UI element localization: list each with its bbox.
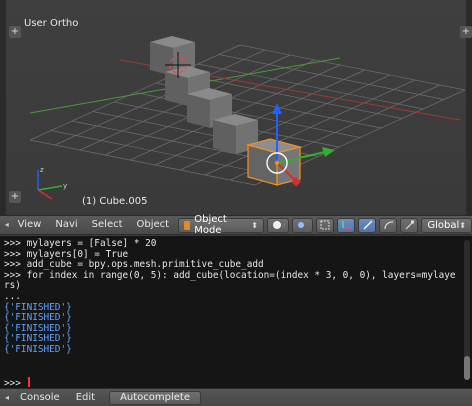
menu-console[interactable]: Console — [12, 389, 68, 406]
viewport-left-edge — [0, 0, 6, 215]
viewport-header: ◂ View Navi Select Object Object Mode ⬍ … — [0, 214, 472, 236]
console-line: rs) — [4, 280, 21, 292]
active-object-label: (1) Cube.005 — [82, 196, 148, 207]
translate-icon — [363, 220, 373, 230]
scale-button[interactable] — [400, 217, 419, 233]
scene-render[interactable]: z y — [0, 0, 472, 215]
svg-text:⬍: ⬍ — [308, 222, 310, 230]
snap-icon — [320, 220, 330, 230]
console-line: >>> mylayers = [False] * 20 — [4, 238, 157, 249]
text-cursor — [27, 377, 30, 387]
plus-icon[interactable]: + — [9, 26, 21, 38]
axis-orientation-icon: z y — [37, 166, 67, 200]
plus-icon[interactable]: + — [460, 26, 472, 38]
pivot-button[interactable]: ⬍ — [291, 217, 314, 233]
snap-button[interactable] — [316, 217, 335, 233]
view-label: User Ortho — [24, 18, 79, 29]
pivot-icon: ⬍ — [297, 222, 310, 230]
console-line: ... — [4, 290, 21, 302]
plus-icon[interactable]: + — [9, 191, 21, 203]
mode-cube-icon — [184, 220, 191, 230]
menu-view[interactable]: View — [11, 215, 49, 235]
menu-navi[interactable]: Navi — [48, 215, 84, 235]
svg-text:y: y — [63, 182, 67, 190]
console-scrollbar-thumb[interactable] — [464, 356, 470, 380]
translate-button[interactable] — [358, 217, 377, 233]
editor-type-icon[interactable]: ◂ — [3, 220, 11, 230]
mode-select[interactable]: Object Mode ⬍ — [178, 214, 264, 236]
menu-edit[interactable]: Edit — [68, 389, 103, 406]
viewport-shading-button[interactable]: ⬍ — [266, 217, 289, 233]
orientation-label: Global — [427, 219, 460, 231]
svg-text:z: z — [40, 166, 44, 174]
editor-type-icon[interactable]: ◂ — [2, 393, 12, 403]
console-output-line: {'FINISHED'} — [4, 322, 72, 334]
console-output-line: {'FINISHED'} — [4, 312, 72, 324]
autocomplete-button[interactable]: Autocomplete — [109, 390, 202, 405]
rotate-icon — [384, 221, 394, 230]
menu-object[interactable]: Object — [130, 215, 177, 235]
console-prompt: >>> — [4, 378, 27, 388]
chevron-updown-icon: ⬍ — [459, 220, 466, 230]
transform-orientation-select[interactable]: Global ⬍ — [421, 217, 472, 233]
svg-text:⬍: ⬍ — [283, 222, 285, 230]
scale-icon — [405, 220, 415, 230]
console-output-line: {'FINISHED'} — [4, 343, 72, 355]
console-header: ◂ Console Edit Autocomplete — [0, 388, 472, 406]
mode-label: Object Mode — [194, 214, 227, 236]
python-console[interactable]: >>> mylayers = [False] * 20 >>> mylayers… — [0, 236, 472, 388]
manipulator-toggle[interactable] — [337, 217, 356, 233]
chevron-updown-icon: ⬍ — [251, 220, 258, 230]
console-line: >>> for index in range(0, 5): add_cube(l… — [4, 269, 456, 281]
console-output-line: {'FINISHED'} — [4, 301, 72, 313]
viewport-shading-icon: ⬍ — [272, 221, 285, 230]
rotate-button[interactable] — [379, 217, 398, 233]
3d-viewport[interactable]: z y + + + User Ortho (1) Cube.005 — [0, 0, 472, 215]
console-input[interactable]: >>> — [4, 377, 30, 388]
manipulator-icon — [342, 221, 352, 229]
menu-select[interactable]: Select — [85, 215, 130, 235]
console-output-line: {'FINISHED'} — [4, 333, 72, 345]
